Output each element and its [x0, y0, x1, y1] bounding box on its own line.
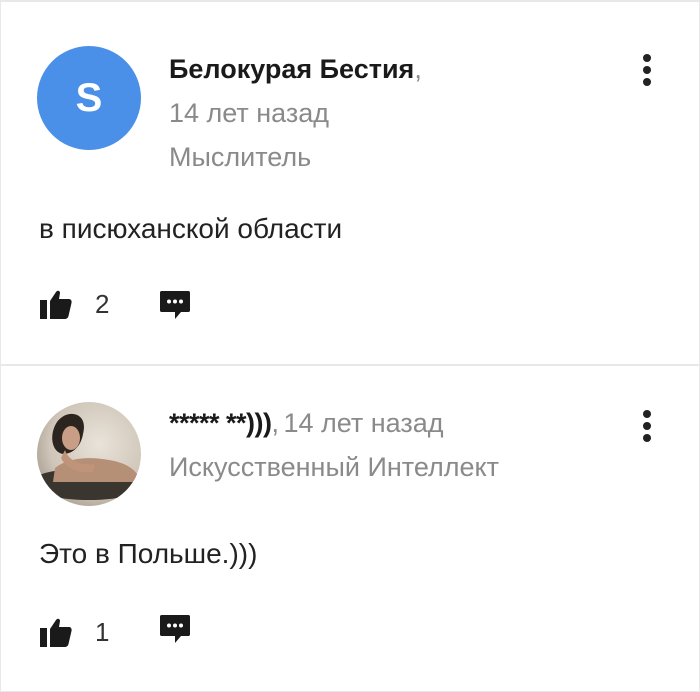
comment-item: S Белокурая Бестия, 14 лет назад Мыслите… [1, 2, 699, 364]
author-name[interactable]: Белокурая Бестия [169, 54, 414, 84]
more-vertical-icon[interactable] [637, 50, 657, 90]
like-count: 1 [95, 616, 110, 647]
avatar[interactable] [37, 402, 141, 506]
comment-text: Это в Польше.))) [39, 538, 258, 569]
avatar[interactable]: S [37, 46, 141, 150]
comment-text: в писюханской области [39, 213, 343, 244]
author-name[interactable]: ***** **))) [169, 408, 272, 438]
comment-header: ***** **))), 14 лет назад [169, 408, 444, 439]
reply-button[interactable] [159, 613, 191, 650]
author-separator: , [414, 54, 422, 84]
like-count: 2 [95, 288, 110, 319]
thumbs-up-icon [40, 618, 72, 647]
avatar-letter: S [75, 75, 103, 120]
comment-bubble-icon [160, 291, 190, 319]
avatar-photo [37, 402, 141, 506]
thumbs-up-icon [40, 290, 72, 319]
comment-header: Белокурая Бестия, [169, 54, 422, 85]
comments-panel: S Белокурая Бестия, 14 лет назад Мыслите… [0, 0, 700, 692]
comment-time: 14 лет назад [169, 98, 330, 128]
reply-button[interactable] [159, 289, 191, 326]
more-vertical-icon[interactable] [637, 406, 657, 446]
comment-bubble-icon [160, 615, 190, 643]
author-rank: Искусственный Интеллект [169, 452, 499, 482]
like-button[interactable]: 1 [39, 616, 109, 648]
author-separator: , [271, 408, 280, 438]
comment-item: ***** **))), 14 лет назад Искусственный … [1, 366, 699, 691]
comment-time: 14 лет назад [283, 408, 444, 438]
author-rank: Мыслитель [169, 142, 312, 172]
like-button[interactable]: 2 [39, 288, 109, 320]
